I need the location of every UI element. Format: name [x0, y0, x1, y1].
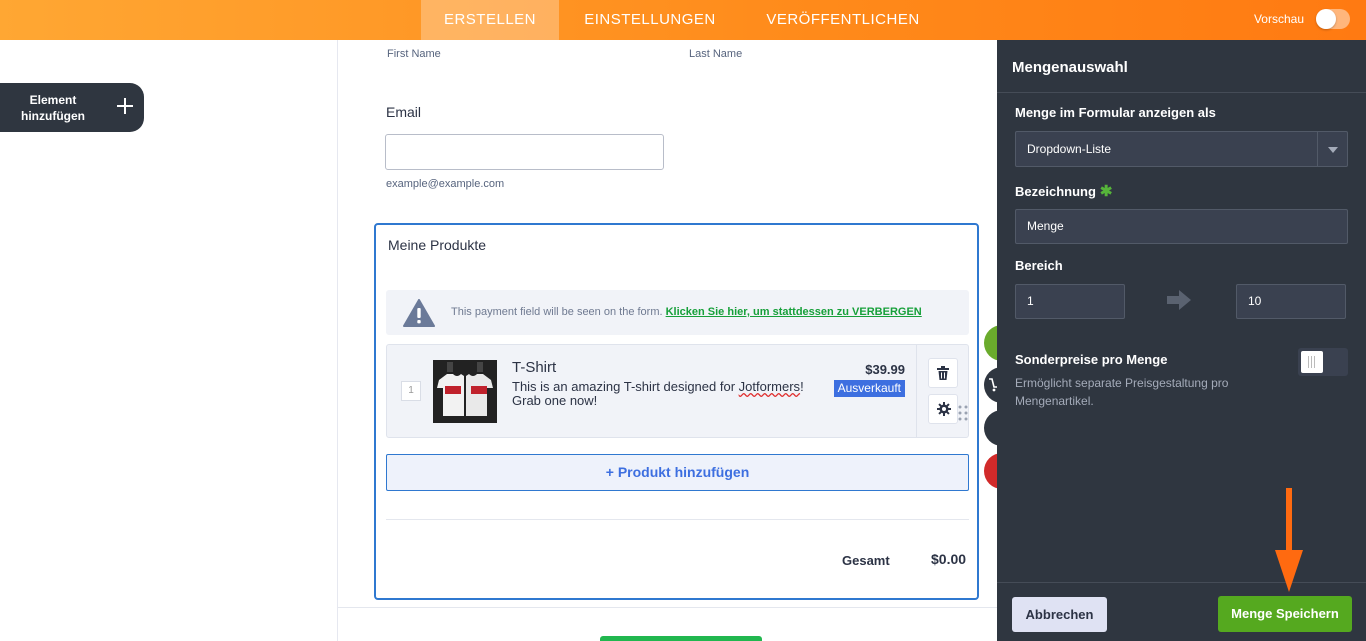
- product-item: 1 T-Shirt This is an amazing T-shirt des…: [386, 344, 969, 438]
- label-field-label: Bezeichnung ✱: [1015, 182, 1112, 200]
- label-field-text: Bezeichnung: [1015, 184, 1096, 199]
- special-prices-label: Sonderpreise pro Menge: [1015, 352, 1168, 367]
- total-value: $0.00: [931, 551, 967, 567]
- email-label: Email: [386, 104, 422, 120]
- label-input[interactable]: Menge: [1015, 209, 1348, 244]
- payment-notice: This payment field will be seen on the f…: [386, 290, 969, 335]
- submit-button[interactable]: [600, 636, 762, 641]
- tab-erstellen[interactable]: ERSTELLEN: [421, 0, 559, 40]
- left-panel: Element hinzufügen: [0, 40, 337, 641]
- trash-icon: [937, 366, 949, 380]
- special-prices-description: Ermöglicht separate Preisgestaltung pro …: [1015, 376, 1229, 408]
- cancel-button[interactable]: Abbrechen: [1012, 597, 1107, 632]
- form-canvas: First Name Last Name Email example@examp…: [337, 40, 1014, 641]
- save-quantity-button[interactable]: Menge Speichern: [1218, 596, 1352, 632]
- show-as-value: Dropdown-Liste: [1027, 142, 1112, 156]
- notice-text: This payment field will be seen on the f…: [451, 306, 922, 318]
- show-as-select[interactable]: Dropdown-Liste: [1015, 131, 1348, 167]
- annotation-arrow-icon: [1275, 488, 1303, 592]
- range-max-input[interactable]: 10: [1236, 284, 1346, 319]
- desc-part-1: This is an amazing T-shirt designed for: [512, 379, 739, 394]
- range-label: Bereich: [1015, 258, 1063, 273]
- add-element-label: Element hinzufügen: [21, 93, 85, 123]
- first-name-sublabel: First Name: [387, 48, 441, 60]
- panel-footer: Abbrechen Menge Speichern: [997, 582, 1366, 641]
- chevron-down-icon: [1317, 132, 1347, 166]
- arrow-right-icon: [1167, 290, 1191, 310]
- range-min-input[interactable]: 1: [1015, 284, 1125, 319]
- last-name-sublabel: Last Name: [689, 48, 743, 60]
- delete-product-button[interactable]: [928, 358, 958, 388]
- tab-einstellungen[interactable]: EINSTELLUNGEN: [560, 0, 740, 40]
- desc-part-2: Jotformers: [738, 379, 801, 394]
- panel-header: Mengenauswahl: [997, 40, 1366, 93]
- drag-handle-icon[interactable]: [958, 405, 968, 421]
- gear-icon: [937, 402, 951, 416]
- quantity-settings-panel: Mengenauswahl Menge im Formular anzeigen…: [997, 40, 1366, 641]
- email-hint: example@example.com: [386, 178, 505, 190]
- plus-icon: [117, 98, 133, 114]
- hide-payment-link[interactable]: Klicken Sie hier, um stattdessen zu VERB…: [666, 306, 922, 318]
- notice-message: This payment field will be seen on the f…: [451, 306, 663, 318]
- add-element-button[interactable]: Element hinzufügen: [0, 83, 144, 132]
- product-price: $39.99: [865, 362, 905, 377]
- required-star-icon: ✱: [1099, 183, 1113, 200]
- divider: [338, 607, 998, 608]
- toggle-knob: [1301, 351, 1323, 373]
- tab-veroeffentlichen[interactable]: VERÖFFENTLICHEN: [740, 0, 946, 40]
- preview-label: Vorschau: [1253, 12, 1304, 26]
- product-description: This is an amazing T-shirt designed for …: [512, 380, 827, 408]
- panel-title: Mengenauswahl: [1012, 59, 1128, 76]
- show-as-label: Menge im Formular anzeigen als: [1015, 105, 1216, 120]
- total-label: Gesamt: [842, 553, 890, 568]
- warning-icon: [403, 299, 435, 327]
- quantity-box[interactable]: 1: [401, 381, 421, 401]
- divider: [386, 519, 969, 520]
- products-title: Meine Produkte: [388, 237, 487, 253]
- products-field[interactable]: Meine Produkte This payment field will b…: [374, 223, 979, 600]
- add-product-button[interactable]: + Produkt hinzufügen: [386, 454, 969, 491]
- tshirt-image: [433, 360, 497, 423]
- special-prices-toggle[interactable]: [1298, 348, 1348, 376]
- sold-out-badge: Ausverkauft: [833, 380, 905, 397]
- toggle-knob: [1316, 9, 1336, 29]
- product-settings-button[interactable]: [928, 394, 958, 424]
- product-image: [433, 360, 497, 423]
- product-actions: [916, 345, 969, 437]
- top-navigation-bar: ERSTELLEN EINSTELLUNGEN VERÖFFENTLICHEN …: [0, 0, 1366, 40]
- preview-toggle[interactable]: [1316, 9, 1350, 29]
- product-name: T-Shirt: [512, 359, 557, 376]
- email-input[interactable]: [385, 134, 664, 170]
